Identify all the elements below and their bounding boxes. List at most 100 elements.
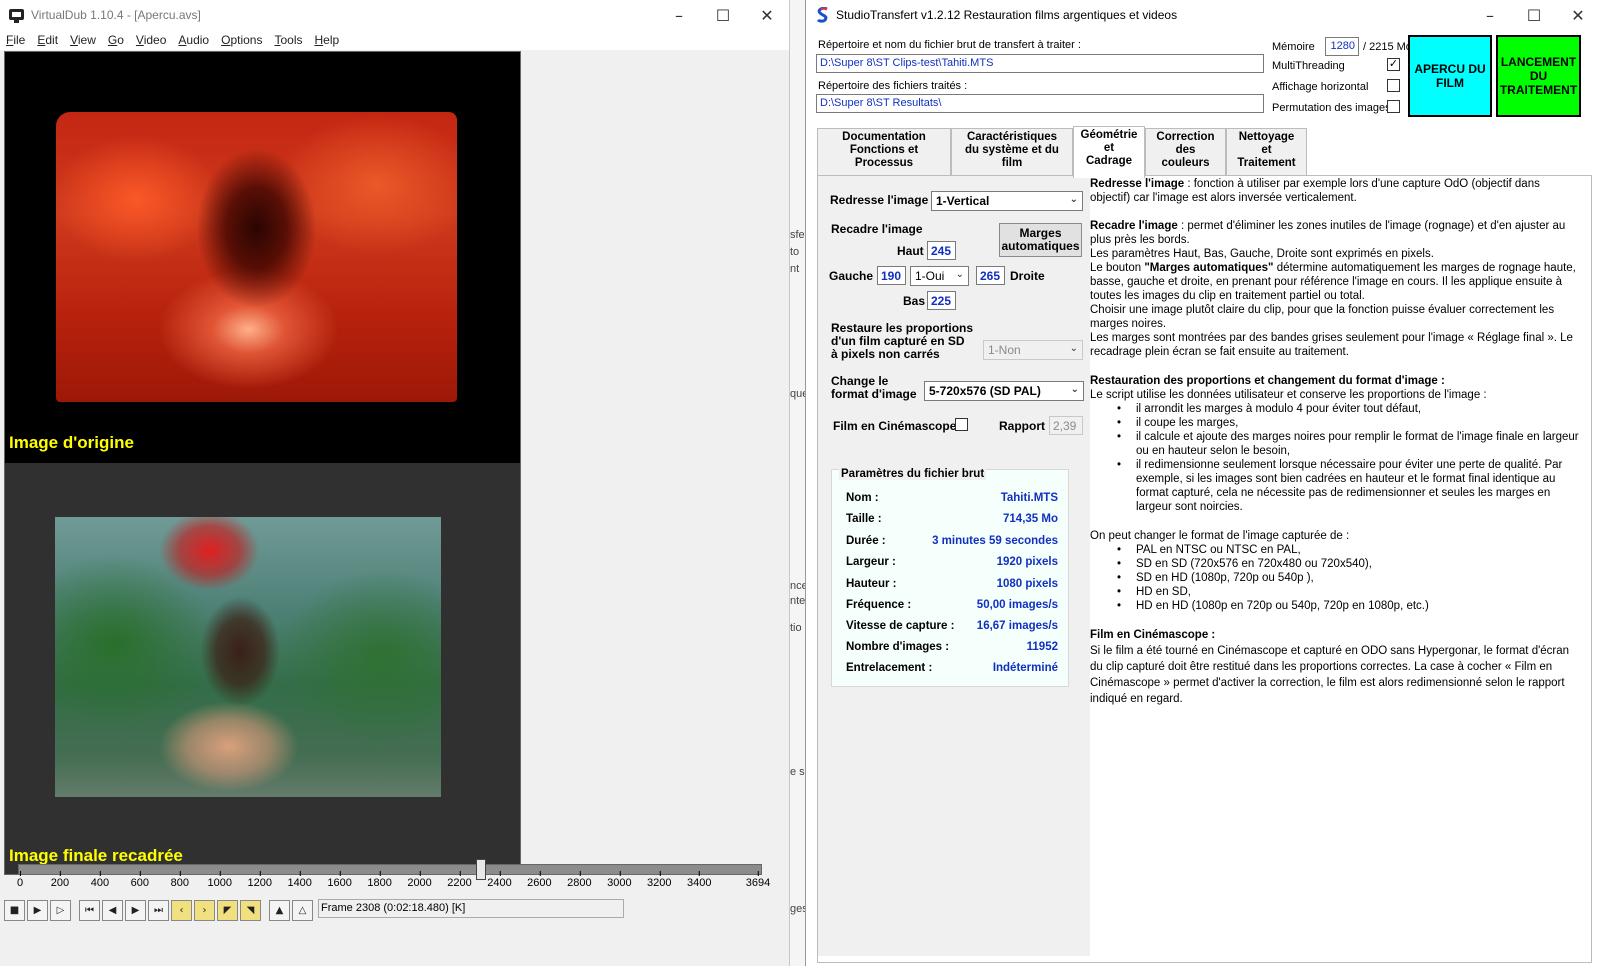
- redresse-value: 1-Vertical: [936, 194, 990, 208]
- help-text: Redresse l'image : fonction à utiliser p…: [1090, 176, 1590, 956]
- help-list: il arrondit les marges à modulo 4 pour é…: [1090, 402, 1582, 514]
- go-end-icon[interactable]: ⏭: [148, 899, 169, 921]
- timeline-tick-label: 1000: [207, 871, 233, 889]
- format-label-line: format d'image: [831, 387, 917, 401]
- tab-nettoyage[interactable]: Nettoyage et Traitement: [1226, 128, 1307, 178]
- final-video-frame: [55, 517, 441, 797]
- close-icon[interactable]: ✕: [1556, 0, 1600, 30]
- background-window-strip: sfe to nt que nce nte tio e s ges: [790, 0, 808, 966]
- timeline-tick-label: 3400: [687, 871, 712, 889]
- param-value: 50,00 images/s: [976, 599, 1058, 611]
- param-row: Vitesse de capture : 16,67 images/s: [846, 620, 1058, 638]
- haut-input[interactable]: 245: [927, 241, 956, 260]
- lancement-traitement-button[interactable]: LANCEMENT DU TRAITEMENT: [1496, 35, 1581, 117]
- bas-label: Bas: [903, 294, 926, 308]
- param-row: Nombre d'images : 11952: [846, 641, 1058, 659]
- mark-in-icon[interactable]: ▲: [269, 899, 290, 921]
- menu-options[interactable]: Options: [221, 33, 262, 47]
- tab-documentation[interactable]: Documentation Fonctions et Processus: [817, 128, 951, 178]
- cinemascope-label: Film en Cinémascope: [833, 419, 957, 433]
- menu-help[interactable]: Help: [314, 33, 339, 47]
- recadre-label: Recadre l'image: [831, 222, 923, 236]
- oui-select[interactable]: 1-Oui ⌄: [910, 266, 969, 286]
- timeline-tick-label: 1800: [367, 871, 392, 889]
- tab-geometrie[interactable]: Géométrie et Cadrage: [1073, 126, 1145, 178]
- tab-correction[interactable]: Correction des couleurs: [1145, 128, 1226, 178]
- maximize-icon[interactable]: ☐: [1512, 0, 1556, 30]
- tab-label: des couleurs: [1161, 144, 1210, 169]
- menu-edit[interactable]: Edit: [37, 33, 58, 47]
- bg-text: to: [790, 246, 800, 258]
- maximize-icon[interactable]: ☐: [701, 0, 745, 30]
- param-key: Durée :: [846, 535, 886, 547]
- droite-input[interactable]: 265: [976, 266, 1005, 285]
- permutation-checkbox[interactable]: [1387, 100, 1400, 113]
- gauche-input[interactable]: 190: [877, 266, 906, 285]
- menu-tools[interactable]: Tools: [274, 33, 302, 47]
- param-value: 1080 pixels: [996, 578, 1058, 590]
- params-group: Paramètres du fichier brut Nom : Tahiti.M…: [831, 468, 1069, 687]
- play-input-icon[interactable]: ▶: [27, 899, 48, 921]
- tab-caracteristiques[interactable]: Caractéristiques du système et du film: [951, 128, 1073, 178]
- rapport-input[interactable]: 2,39: [1049, 416, 1083, 435]
- restaure-select[interactable]: 1-Non ⌄: [983, 340, 1083, 360]
- stop-icon[interactable]: ■: [4, 899, 25, 921]
- help-paragraph: Les paramètres Haut, Bas, Gauche, Droite…: [1090, 248, 1434, 260]
- param-row: Hauteur : 1080 pixels: [846, 578, 1058, 596]
- bas-input[interactable]: 225: [927, 291, 956, 310]
- marges-automatiques-button[interactable]: Marges automatiques: [999, 223, 1082, 257]
- source-path-input[interactable]: D:\Super 8\ST Clips-test\Tahiti.MTS: [816, 54, 1264, 73]
- vdub-menubar: File Edit View Go Video Audio Options To…: [0, 30, 789, 50]
- timeline-tick-label: 2800: [567, 871, 592, 889]
- minimize-icon[interactable]: –: [657, 0, 701, 30]
- original-video-frame: [56, 112, 457, 402]
- menu-file[interactable]: File: [6, 33, 25, 47]
- param-row: Taille : 714,35 Mo: [846, 513, 1058, 531]
- tab-label: Documentation: [842, 131, 926, 143]
- param-key: Hauteur :: [846, 578, 897, 590]
- tab-label: du système et du film: [965, 144, 1059, 169]
- param-key: Vitesse de capture :: [846, 620, 955, 632]
- output-path-label: Répertoire des fichiers traités :: [818, 80, 968, 92]
- output-path-input[interactable]: D:\Super 8\ST Resultats\: [816, 94, 1264, 113]
- menu-video[interactable]: Video: [136, 33, 166, 47]
- affichage-horizontal-checkbox[interactable]: [1387, 79, 1400, 92]
- droite-label: Droite: [1010, 269, 1045, 283]
- memoire-input[interactable]: 1280: [1325, 37, 1359, 56]
- menu-go[interactable]: Go: [108, 33, 124, 47]
- minimize-icon[interactable]: –: [1468, 0, 1512, 30]
- param-key: Nom :: [846, 492, 879, 504]
- help-bold: Redresse l'image: [1090, 178, 1185, 190]
- help-heading: Film en Cinémascope :: [1090, 627, 1582, 643]
- timeline-tick-label: 1400: [287, 871, 312, 889]
- close-icon[interactable]: ✕: [745, 0, 789, 30]
- timeline-tick-label: 400: [90, 871, 110, 889]
- timeline-tick-label: 600: [130, 871, 150, 889]
- menu-audio[interactable]: Audio: [178, 33, 209, 47]
- apercu-film-button[interactable]: APERCU DU FILM: [1408, 35, 1492, 117]
- format-select[interactable]: 5-720x576 (SD PAL) ⌄: [924, 381, 1084, 401]
- restaure-value: 1-Non: [988, 343, 1021, 357]
- step-forward-icon[interactable]: ▶: [125, 899, 146, 921]
- step-back-icon[interactable]: ◀: [102, 899, 123, 921]
- redresse-select[interactable]: 1-Vertical ⌄: [931, 191, 1083, 211]
- next-keyframe-icon[interactable]: ›: [194, 899, 215, 921]
- mark-out-icon[interactable]: △: [292, 899, 313, 921]
- geometrie-panel: Redresse l'image 1-Vertical ⌄ Recadre l'i…: [817, 175, 1592, 963]
- timeline-track[interactable]: [18, 864, 762, 875]
- next-scene-icon[interactable]: ◥: [240, 899, 261, 921]
- prev-scene-icon[interactable]: ◤: [217, 899, 238, 921]
- param-row: Entrelacement : Indéterminé: [846, 662, 1058, 680]
- bg-text: nte: [790, 595, 806, 607]
- multithreading-checkbox[interactable]: ✓: [1387, 58, 1400, 71]
- list-item: il calcule et ajoute des marges noires p…: [1090, 430, 1582, 458]
- go-start-icon[interactable]: ⏮: [79, 899, 100, 921]
- menu-view[interactable]: View: [70, 33, 96, 47]
- prev-keyframe-icon[interactable]: ‹: [171, 899, 192, 921]
- play-output-icon[interactable]: ▷: [50, 899, 71, 921]
- cinemascope-checkbox[interactable]: [955, 418, 968, 431]
- multithreading-label: MultiThreading: [1272, 60, 1345, 72]
- vdub-window-title: VirtualDub 1.10.4 - [Apercu.avs]: [31, 8, 201, 22]
- help-bold: Restauration des proportions et changeme…: [1090, 375, 1445, 387]
- virtualdub-app-icon: [8, 7, 25, 24]
